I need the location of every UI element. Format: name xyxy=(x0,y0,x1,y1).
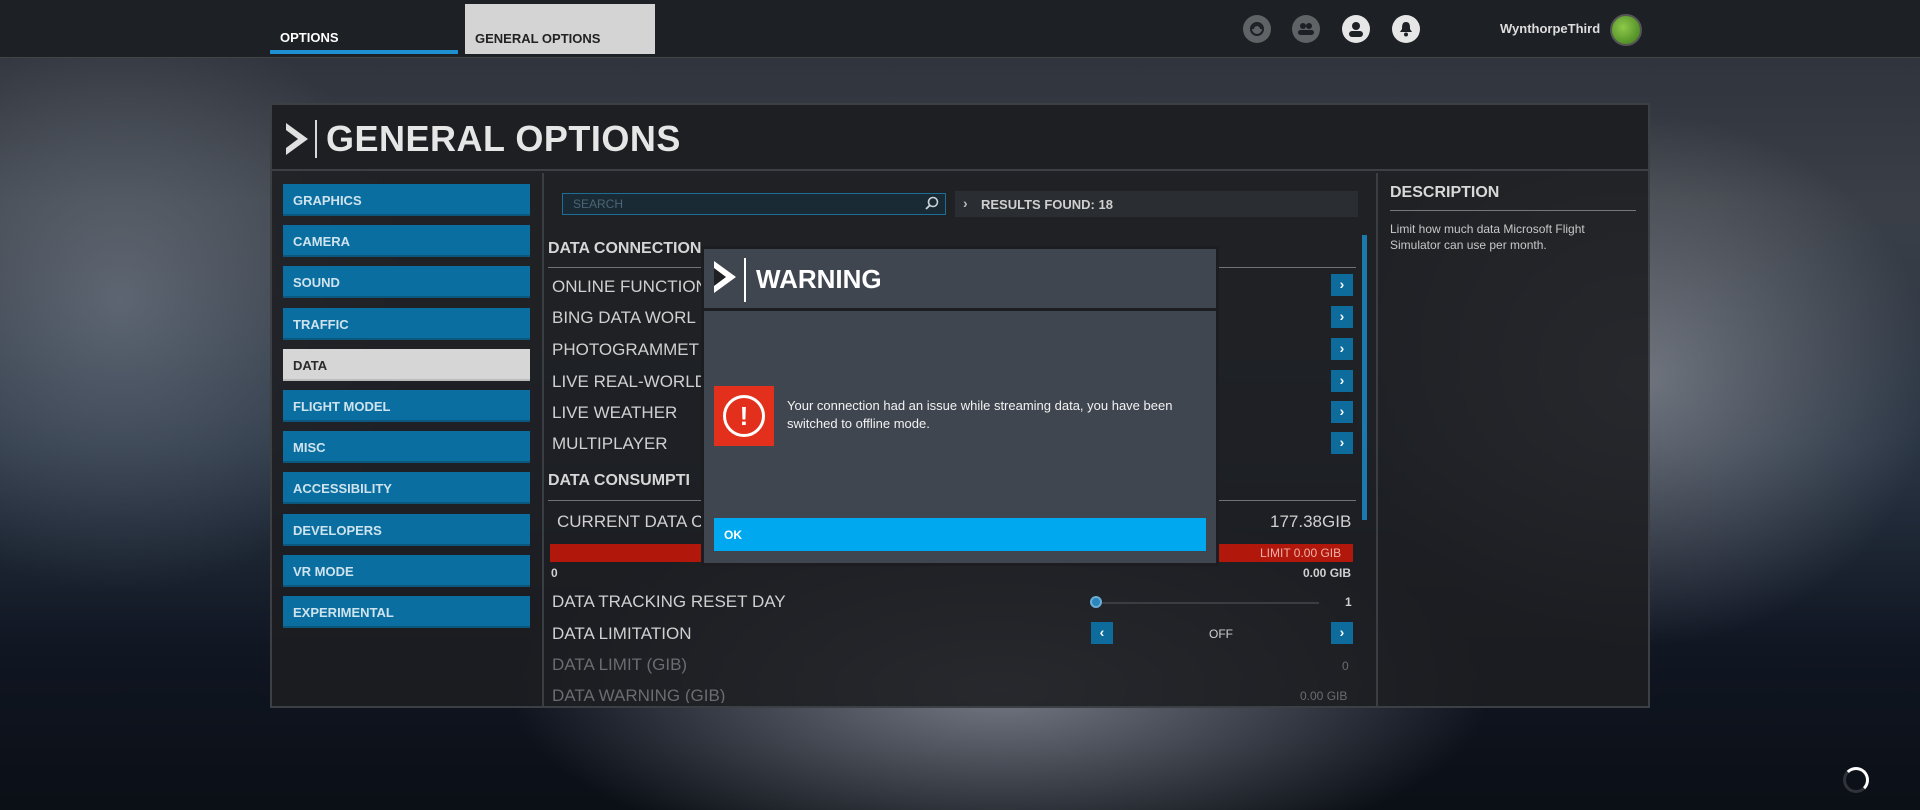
sidebar-item-experimental[interactable]: EXPERIMENTAL xyxy=(283,595,530,628)
setting-label-data-warning: DATA WARNING (GIB) xyxy=(552,686,726,703)
reset-day-slider-handle[interactable] xyxy=(1090,596,1102,608)
friends-icon[interactable] xyxy=(1292,15,1320,43)
chevron-right-icon xyxy=(714,261,736,293)
next-arrow-button[interactable]: › xyxy=(1331,401,1353,423)
prev-arrow-button[interactable]: ‹ xyxy=(1091,622,1113,644)
dialog-title: WARNING xyxy=(756,264,882,294)
sidebar-item-traffic[interactable]: TRAFFIC xyxy=(283,307,530,340)
marketplace-icon[interactable] xyxy=(1243,15,1271,43)
setting-label-data-limitation: DATA LIMITATION xyxy=(552,624,692,643)
dialog-header-divider xyxy=(744,258,746,302)
loading-spinner-icon xyxy=(1843,767,1869,793)
current-data-consumption-label: CURRENT DATA C xyxy=(557,512,704,531)
current-data-consumption-value: 177.38GIB xyxy=(1270,512,1352,531)
setting-label-live-weather: LIVE WEATHER xyxy=(552,403,678,422)
sidebar-item-accessibility[interactable]: ACCESSIBILITY xyxy=(283,472,530,505)
section-title-data-connection: DATA CONNECTION xyxy=(548,240,702,257)
next-arrow-button[interactable]: › xyxy=(1331,306,1353,328)
description-text: Limit how much data Microsoft Flight Sim… xyxy=(1390,222,1585,252)
data-limitation-value: OFF xyxy=(1209,627,1233,641)
next-arrow-button[interactable]: › xyxy=(1331,338,1353,360)
sidebar-item-flight-model[interactable]: FLIGHT MODEL xyxy=(283,389,530,422)
sidebar-item-graphics[interactable]: GRAPHICS xyxy=(283,184,530,216)
dialog-message: Your connection had an issue while strea… xyxy=(787,398,1173,431)
tab-options[interactable]: OPTIONS xyxy=(270,0,458,54)
search-icon[interactable] xyxy=(925,196,939,210)
setting-label-multiplayer: MULTIPLAYER xyxy=(552,434,668,453)
description-title: DESCRIPTION xyxy=(1390,184,1500,201)
scrollbar[interactable] xyxy=(1362,235,1367,520)
header-divider xyxy=(315,120,317,158)
chevron-right-icon: › xyxy=(963,195,968,211)
setting-label-live-real-world: LIVE REAL-WORLD xyxy=(552,372,707,391)
setting-label-reset-day: DATA TRACKING RESET DAY xyxy=(552,592,786,611)
usage-min-value: 0 xyxy=(551,566,558,580)
top-bar: OPTIONS GENERAL OPTIONS WynthorpeThird xyxy=(0,0,1920,58)
page-title: GENERAL OPTIONS xyxy=(326,118,681,159)
data-limit-label: LIMIT 0.00 GIB xyxy=(1260,546,1342,560)
next-arrow-button[interactable]: › xyxy=(1331,432,1353,454)
search-input[interactable]: SEARCH xyxy=(562,193,946,215)
tab-general-options[interactable]: GENERAL OPTIONS xyxy=(465,4,655,54)
results-count: RESULTS FOUND: 18 xyxy=(955,191,1358,217)
setting-label-photogrammetry: PHOTOGRAMMET xyxy=(552,340,700,359)
next-arrow-button[interactable]: › xyxy=(1331,274,1353,296)
sidebar-item-misc[interactable]: MISC xyxy=(283,431,530,464)
usage-max-value: 0.00 GIB xyxy=(1303,566,1352,580)
column-divider xyxy=(542,173,544,706)
ok-button[interactable]: OK xyxy=(714,518,1206,551)
sidebar-item-data[interactable]: DATA xyxy=(283,348,530,381)
reset-day-slider-track[interactable] xyxy=(1097,602,1319,604)
username[interactable]: WynthorpeThird xyxy=(1500,21,1600,36)
sidebar-item-developers[interactable]: DEVELOPERS xyxy=(283,513,530,546)
alert-icon: ! xyxy=(723,395,765,437)
chevron-right-icon xyxy=(286,123,308,155)
setting-label-bing-data: BING DATA WORL xyxy=(552,308,696,327)
setting-label-online-functionality: ONLINE FUNCTION xyxy=(552,277,708,296)
sidebar-item-sound[interactable]: SOUND xyxy=(283,266,530,299)
setting-label-data-limit: DATA LIMIT (GIB) xyxy=(552,655,688,674)
next-arrow-button[interactable]: › xyxy=(1331,622,1353,644)
category-sidebar: GRAPHICS CAMERA SOUND TRAFFIC DATA FLIGH… xyxy=(283,184,530,637)
next-arrow-button[interactable]: › xyxy=(1331,370,1353,392)
reset-day-value: 1 xyxy=(1345,595,1352,609)
profile-icon[interactable] xyxy=(1342,15,1370,43)
sidebar-item-vr-mode[interactable]: VR MODE xyxy=(283,554,530,587)
notifications-icon[interactable] xyxy=(1392,15,1420,43)
column-divider xyxy=(1376,173,1378,706)
avatar[interactable] xyxy=(1610,14,1642,46)
data-limit-value: 0 xyxy=(1342,659,1349,673)
data-warning-value: 0.00 GIB xyxy=(1300,689,1348,701)
section-title-data-consumption: DATA CONSUMPTI xyxy=(548,472,690,489)
description-divider xyxy=(1390,210,1636,211)
sidebar-item-camera[interactable]: CAMERA xyxy=(283,225,530,258)
